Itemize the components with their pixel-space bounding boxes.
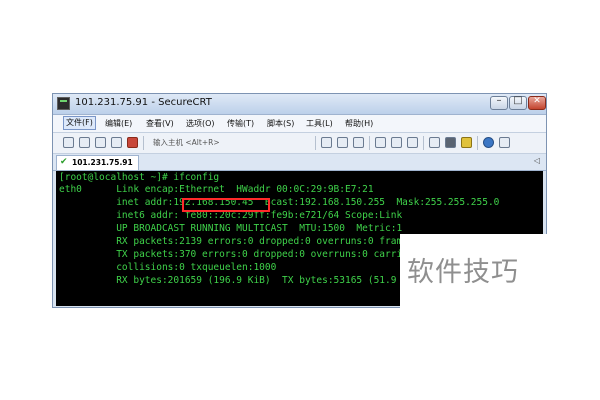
quick-connect-icon[interactable]	[79, 137, 90, 148]
terminal-line: RX bytes:201659 (196.9 KiB) TX bytes:531…	[59, 275, 426, 286]
title-bar[interactable]: 101.231.75.91 - SecureCRT – □ ✕	[53, 94, 546, 115]
maximize-button[interactable]: □	[509, 95, 527, 110]
session-tab[interactable]: ✔ 101.231.75.91	[56, 155, 139, 170]
terminal-line: RX packets:2139 errors:0 dropped:0 overr…	[59, 236, 420, 247]
connect-icon[interactable]	[63, 137, 74, 148]
toolbar-separator	[477, 136, 478, 150]
terminal-line: inet addr:192.168.150.45 Bcast:192.168.1…	[59, 197, 500, 208]
disconnect-icon[interactable]	[127, 137, 138, 148]
toolbar-separator	[315, 136, 316, 150]
quick-connect-input[interactable]: 输入主机 <Alt+R>	[153, 136, 313, 149]
close-icon: ✕	[533, 96, 541, 106]
menu-options[interactable]: 选项(O)	[186, 118, 215, 129]
find-icon[interactable]	[353, 137, 364, 148]
toolbar-separator	[369, 136, 370, 150]
maximize-icon: □	[513, 95, 523, 106]
terminal-line: TX packets:370 errors:0 dropped:0 overru…	[59, 249, 426, 260]
menu-view[interactable]: 查看(V)	[146, 118, 174, 129]
menu-bar: 文件(F) 编辑(E) 查看(V) 选项(O) 传输(T) 脚本(S) 工具(L…	[53, 115, 546, 133]
print-preview-icon[interactable]	[391, 137, 402, 148]
menu-script[interactable]: 脚本(S)	[267, 118, 294, 129]
toolbar-separator	[143, 136, 144, 150]
close-button[interactable]: ✕	[528, 96, 546, 110]
connect-in-tab-icon[interactable]	[95, 137, 106, 148]
menu-transfer[interactable]: 传输(T)	[227, 118, 254, 129]
terminal-line: [root@localhost ~]# ifconfig	[59, 172, 220, 183]
terminal-line: collisions:0 txqueuelen:1000	[59, 262, 277, 273]
terminal-line: eth0 Link encap:Ethernet HWaddr 00:0C:29…	[59, 184, 374, 195]
window-title: 101.231.75.91 - SecureCRT	[75, 97, 212, 108]
toolbar: 输入主机 <Alt+R>	[53, 133, 546, 154]
session-tab-strip: ✔ 101.231.75.91 ◁	[53, 154, 546, 171]
session-tab-label: 101.231.75.91	[72, 158, 133, 167]
check-icon: ✔	[60, 157, 68, 167]
menu-edit[interactable]: 编辑(E)	[105, 118, 132, 129]
ip-address-highlight-box	[182, 198, 270, 212]
menu-tools[interactable]: 工具(L)	[306, 118, 333, 129]
securecrt-app-icon	[57, 97, 70, 110]
copy-icon[interactable]	[321, 137, 332, 148]
print-icon[interactable]	[407, 137, 418, 148]
minimize-icon: –	[496, 95, 502, 106]
minimize-button[interactable]: –	[490, 95, 508, 110]
terminal-line: UP BROADCAST RUNNING MULTICAST MTU:1500 …	[59, 223, 403, 234]
sftp-icon[interactable]	[375, 137, 386, 148]
menu-help[interactable]: 帮助(H)	[345, 118, 373, 129]
session-options-icon[interactable]	[429, 137, 440, 148]
menu-file[interactable]: 文件(F)	[63, 116, 96, 130]
toolbar-separator	[423, 136, 424, 150]
global-options-icon[interactable]	[445, 137, 456, 148]
keymap-icon[interactable]	[461, 137, 472, 148]
paste-icon[interactable]	[337, 137, 348, 148]
watermark-text: 软件技巧	[407, 257, 519, 288]
about-icon[interactable]	[499, 137, 510, 148]
tab-scroll-left-icon[interactable]: ◁	[534, 156, 540, 165]
help-icon[interactable]	[483, 137, 494, 148]
reconnect-icon[interactable]	[111, 137, 122, 148]
